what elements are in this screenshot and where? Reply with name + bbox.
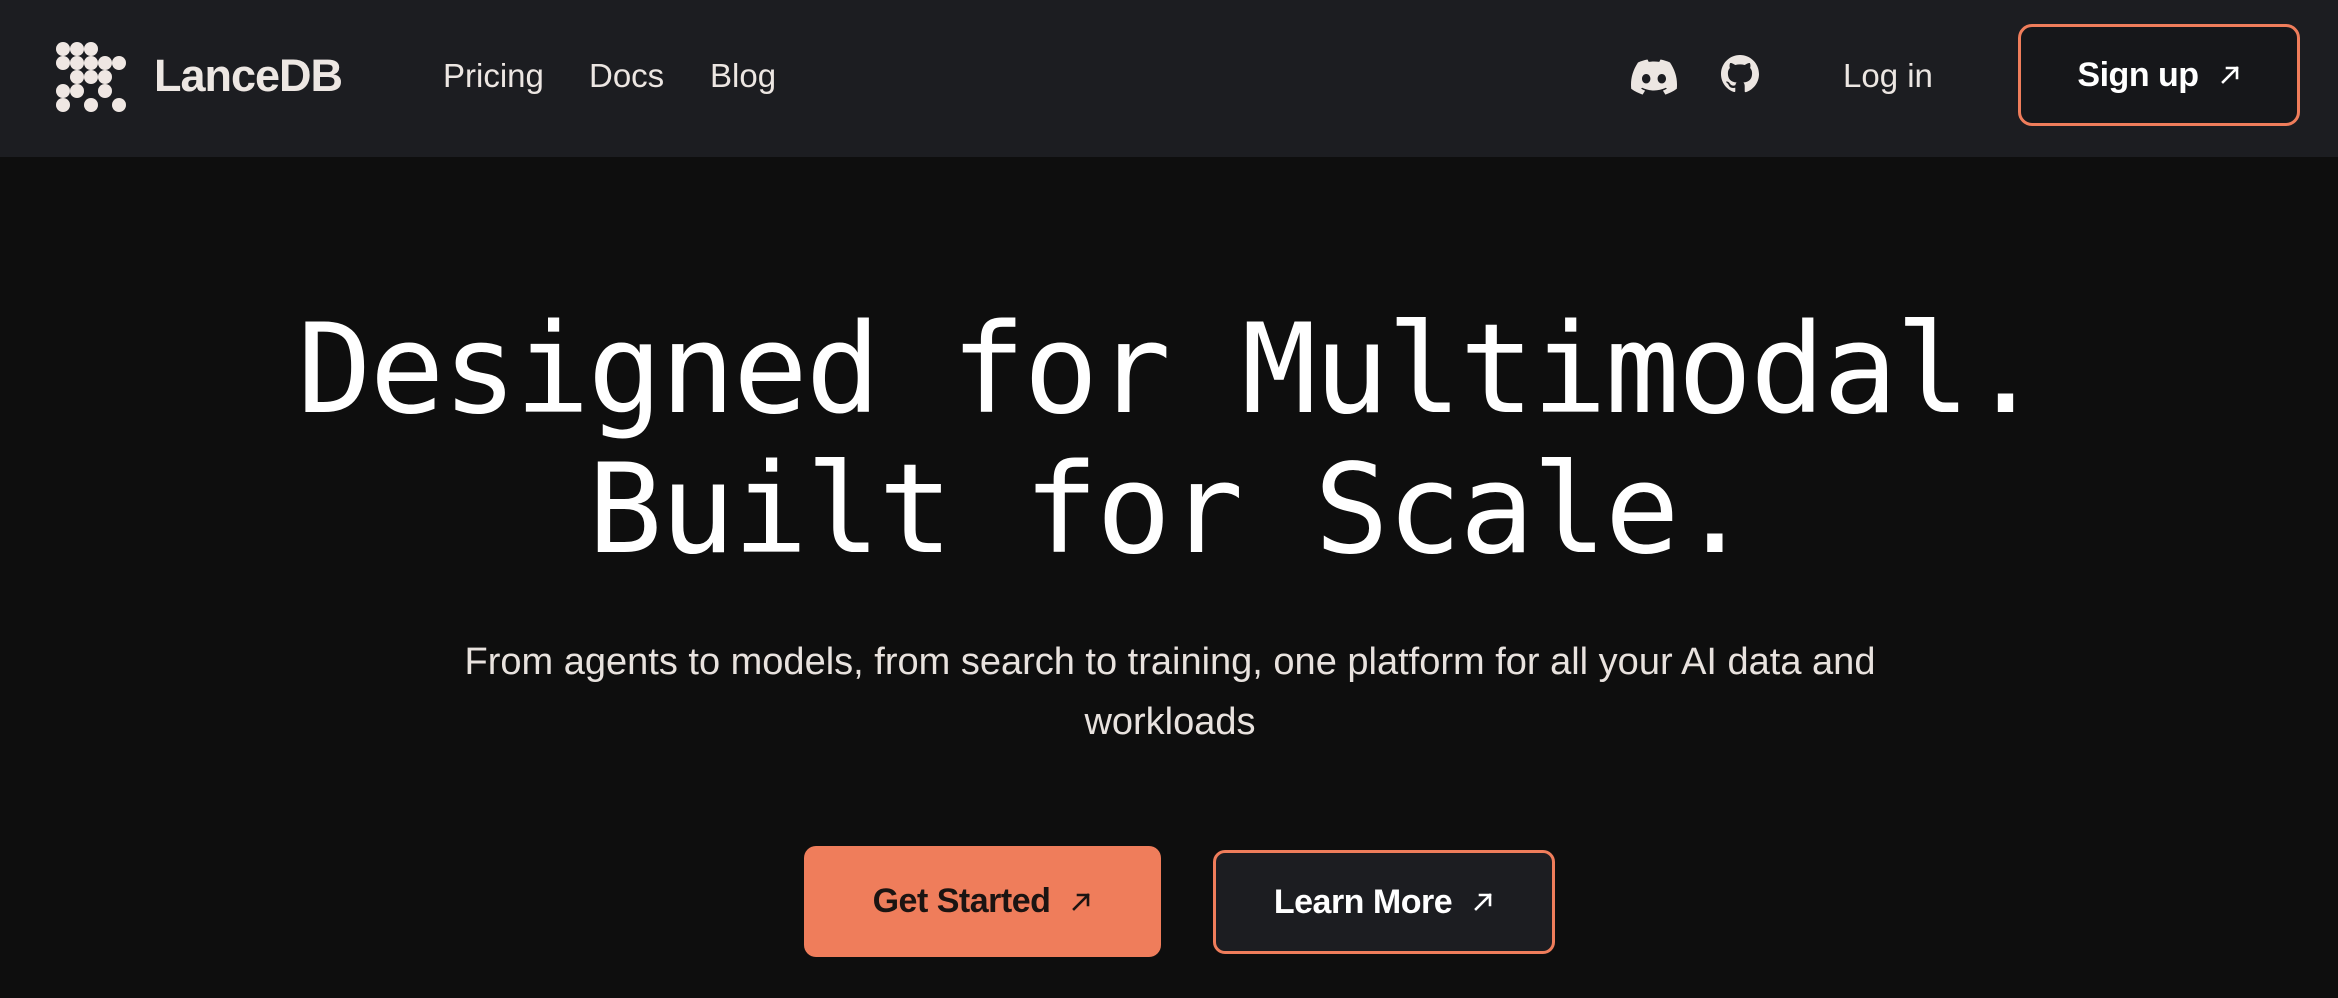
hero-title-line-1: Designed for Multimodal. bbox=[297, 298, 2043, 442]
hero-title: Designed for Multimodal. Built for Scale… bbox=[0, 300, 2338, 580]
hero-title-line-2: Built for Scale. bbox=[587, 438, 1752, 582]
brand-name[interactable]: LanceDB bbox=[154, 44, 343, 108]
learn-more-button[interactable]: Learn More bbox=[1213, 850, 1555, 954]
arrow-up-right-icon bbox=[2219, 64, 2241, 86]
get-started-button[interactable]: Get Started bbox=[804, 846, 1161, 957]
lancedb-logo-icon[interactable] bbox=[52, 38, 128, 114]
signup-button-label: Sign up bbox=[2077, 55, 2199, 94]
login-link[interactable]: Log in bbox=[1843, 48, 1933, 104]
signup-button[interactable]: Sign up bbox=[2018, 24, 2300, 126]
top-navbar: LanceDB Pricing Docs Blog Log in Sign up bbox=[0, 0, 2338, 157]
learn-more-button-label: Learn More bbox=[1273, 882, 1453, 921]
arrow-up-right-icon bbox=[1070, 891, 1092, 913]
nav-link-docs[interactable]: Docs bbox=[589, 48, 664, 104]
nav-link-blog[interactable]: Blog bbox=[710, 48, 776, 104]
github-icon[interactable] bbox=[1716, 50, 1764, 100]
discord-icon[interactable] bbox=[1630, 50, 1678, 100]
arrow-up-right-icon bbox=[1472, 891, 1494, 913]
page: LanceDB Pricing Docs Blog Log in Sign up bbox=[0, 0, 2338, 998]
nav-link-pricing[interactable]: Pricing bbox=[443, 48, 544, 104]
hero-subtitle: From agents to models, from search to tr… bbox=[464, 641, 1876, 743]
get-started-button-label: Get Started bbox=[872, 882, 1051, 920]
